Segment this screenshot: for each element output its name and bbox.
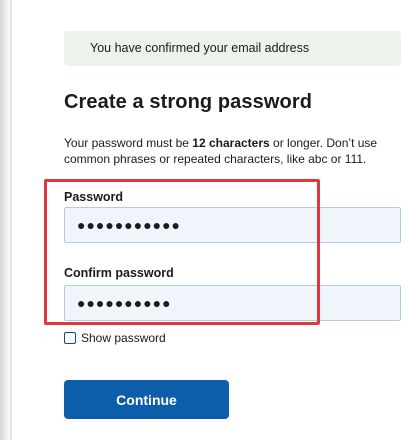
page-title: Create a strong password <box>64 91 313 113</box>
password-requirements: Your password must be 12 characters or l… <box>64 135 394 167</box>
screenshot-edge <box>0 0 12 440</box>
confirm-password-label: Confirm password <box>64 266 174 280</box>
password-field[interactable]: ●●●●●●●●●●● <box>64 207 401 243</box>
confirm-password-field[interactable]: ●●●●●●●●●● <box>64 285 401 321</box>
continue-button[interactable]: Continue <box>64 380 229 419</box>
password-label: Password <box>64 190 124 204</box>
alert-text: You have confirmed your email address <box>90 41 310 55</box>
page: You have confirmed your email address Cr… <box>0 0 409 440</box>
requirements-text-start: Your password must be <box>64 136 193 150</box>
success-alert: You have confirmed your email address <box>64 31 401 66</box>
show-password-toggle[interactable]: Show password <box>64 330 166 346</box>
show-password-label[interactable]: Show password <box>81 331 166 345</box>
requirements-length: 12 characters <box>192 136 270 150</box>
show-password-checkbox[interactable] <box>64 332 76 344</box>
